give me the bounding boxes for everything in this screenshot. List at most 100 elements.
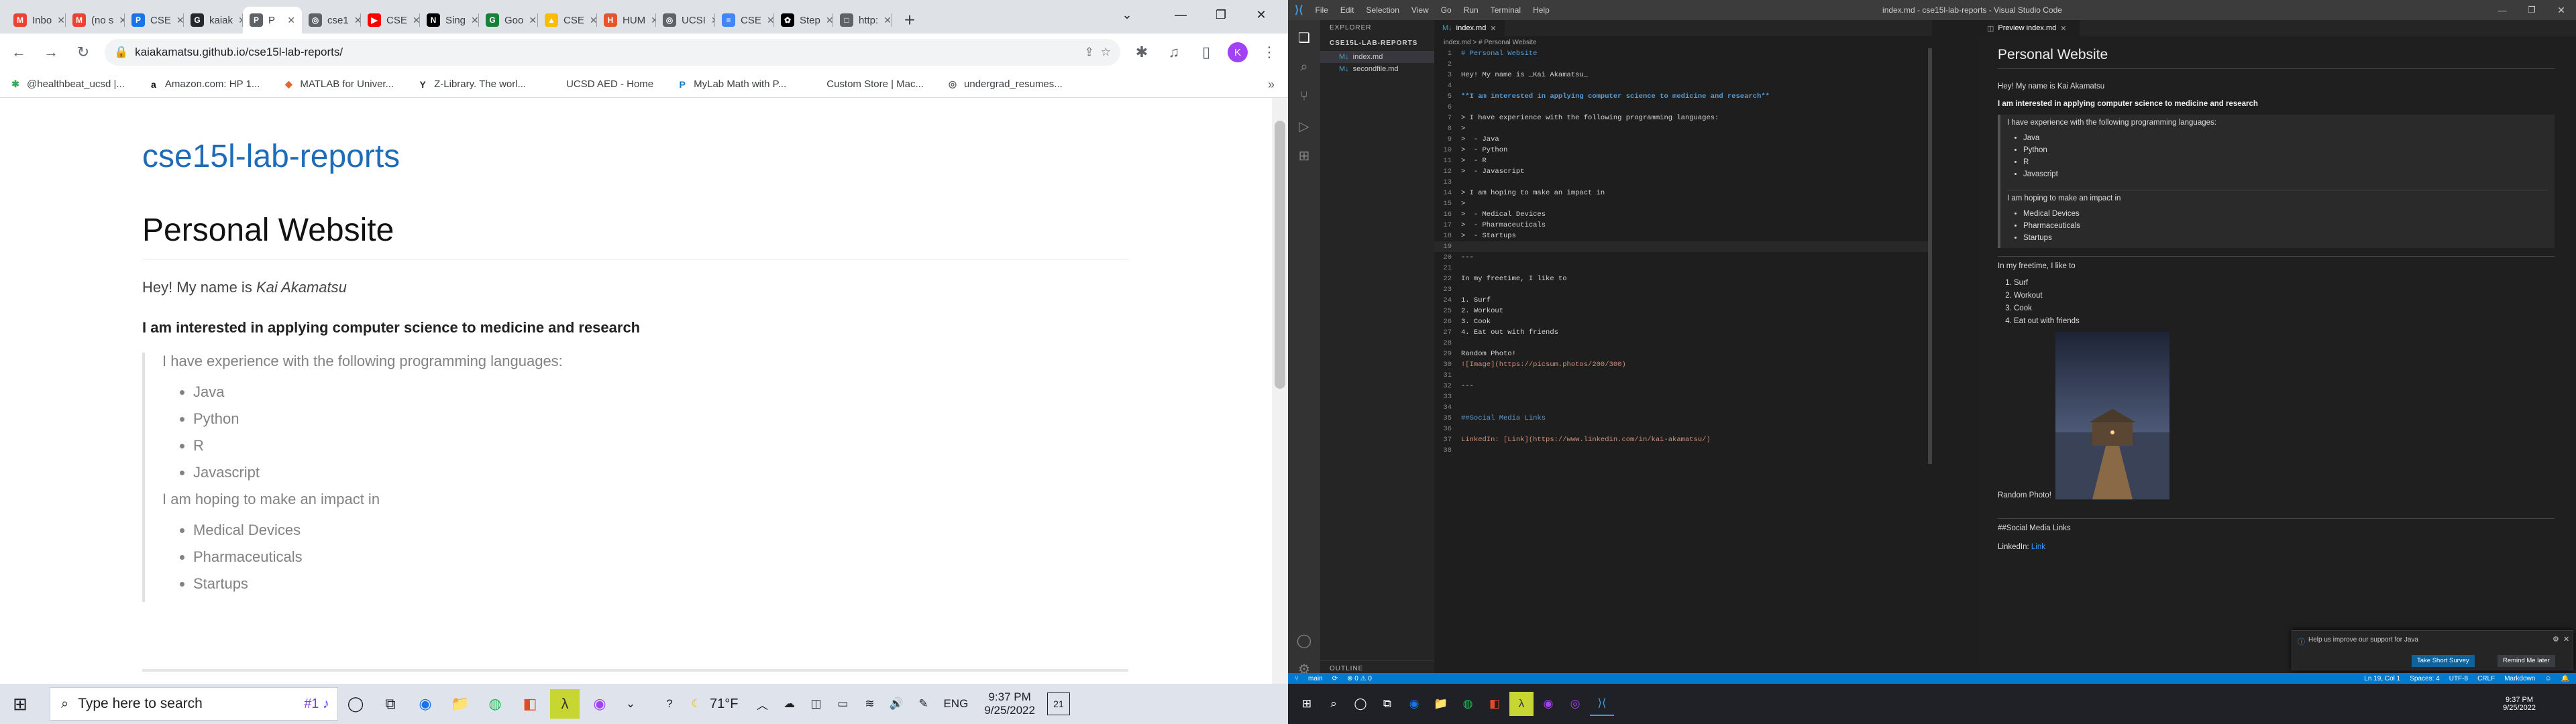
help-icon[interactable]: ? xyxy=(657,692,682,716)
taskbar-search[interactable]: ⌕ Type here to search #1 ♪ xyxy=(50,687,338,721)
site-title-link[interactable]: cse15l-lab-reports xyxy=(142,138,400,175)
code-line[interactable]: 26 3. Cook xyxy=(1434,316,1932,327)
code-line[interactable]: 3 Hey! My name is _Kai Akamatsu_ xyxy=(1434,70,1932,80)
share-icon[interactable]: ⇪ xyxy=(1085,46,1094,59)
cortana-icon[interactable]: ◯ xyxy=(1348,692,1373,716)
chrome-profile-icon[interactable]: ◉ xyxy=(585,689,614,719)
bookmark-item[interactable]: P MyLab Math with P... xyxy=(676,78,786,90)
tab-close-icon[interactable]: ✕ xyxy=(413,15,420,26)
office-icon[interactable]: ◧ xyxy=(1483,692,1507,716)
code-line[interactable]: 20 --- xyxy=(1434,252,1932,263)
code-line[interactable]: 30 ![Image](https://picsum.photos/200/300… xyxy=(1434,359,1932,370)
menu-item[interactable]: View xyxy=(1411,5,1429,15)
weather-temp[interactable]: 71°F xyxy=(710,697,738,712)
search-icon[interactable]: ⌕ xyxy=(1288,54,1320,80)
code-line[interactable]: 7 > I have experience with the following … xyxy=(1434,113,1932,123)
code-line[interactable]: 10 > - Python xyxy=(1434,145,1932,156)
code-line[interactable]: 33 xyxy=(1434,391,1932,402)
chrome-profile-icon[interactable]: ◉ xyxy=(1536,692,1560,716)
extensions-icon[interactable]: ✱ xyxy=(1131,42,1152,63)
lambda-icon[interactable]: λ xyxy=(1509,692,1534,716)
task-view-icon[interactable]: ⧉ xyxy=(1375,692,1399,716)
cortana-icon[interactable]: ◯ xyxy=(341,689,370,719)
file-item[interactable]: M↓ secondfile.md xyxy=(1320,63,1434,75)
forward-icon[interactable]: → xyxy=(40,42,62,63)
code-line[interactable]: 5 **I am interested in applying computer … xyxy=(1434,91,1932,102)
code-line[interactable]: 31 xyxy=(1434,370,1932,381)
menu-icon[interactable]: ⋮ xyxy=(1258,42,1280,63)
code-line[interactable]: 34 xyxy=(1434,402,1932,413)
code-line[interactable]: 35 ##Social Media Links xyxy=(1434,413,1932,424)
code-line[interactable]: 28 xyxy=(1434,338,1932,349)
app-icon[interactable]: ◎ xyxy=(1563,692,1587,716)
status-item[interactable]: Spaces: 4 xyxy=(2410,675,2439,682)
notification-center-icon[interactable]: 21 xyxy=(1046,692,1070,715)
bookmark-item[interactable]: ✱ @healthbeat_ucsd |... xyxy=(9,78,125,90)
source-control-icon[interactable]: ⑂ xyxy=(1288,83,1320,110)
code-line[interactable]: 6 xyxy=(1434,102,1932,113)
tab-close-icon[interactable]: ✕ xyxy=(767,15,774,26)
chrome-icon[interactable]: ◉ xyxy=(411,689,440,719)
tray-up-icon[interactable]: ︿ xyxy=(750,692,774,716)
minimize-icon[interactable]: — xyxy=(2490,0,2514,20)
tab-close-icon[interactable]: ✕ xyxy=(883,15,892,26)
code-line[interactable]: 24 1. Surf xyxy=(1434,295,1932,306)
browser-tab[interactable]: □ http: ✕ xyxy=(833,7,892,34)
close-icon[interactable]: ✕ xyxy=(2549,0,2573,20)
remind-later-button[interactable]: Remind Me later xyxy=(2498,655,2555,667)
close-icon[interactable]: ✕ xyxy=(1241,0,1281,29)
tab-close-icon[interactable]: ✕ xyxy=(2060,24,2066,33)
notifications-bell-icon[interactable]: 🔔 xyxy=(2561,675,2569,682)
code-line[interactable]: 29 Random Photo! xyxy=(1434,349,1932,359)
browser-tab[interactable]: H HUM ✕ xyxy=(597,7,656,34)
lambda-icon[interactable]: λ xyxy=(550,689,580,719)
extensions-icon[interactable]: ⊞ xyxy=(1288,142,1320,169)
code-line[interactable]: 23 xyxy=(1434,284,1932,295)
status-item[interactable]: Markdown xyxy=(2504,675,2535,682)
status-item[interactable]: UTF-8 xyxy=(2449,675,2468,682)
windows-start-icon[interactable]: ⊞ xyxy=(5,689,35,719)
code-line[interactable]: 1 # Personal Website xyxy=(1434,48,1932,59)
minimize-icon[interactable]: — xyxy=(1161,0,1201,29)
branch-name[interactable]: main xyxy=(1308,675,1323,682)
browser-tab[interactable]: P CSE ✕ xyxy=(125,7,184,34)
chevron-down-icon[interactable]: ⌄ xyxy=(619,692,643,716)
tab-index-md[interactable]: M↓ index.md ✕ xyxy=(1434,20,1505,36)
code-line[interactable]: 11 > - R xyxy=(1434,156,1932,166)
task-view-icon[interactable]: ⧉ xyxy=(376,689,405,719)
code-line[interactable]: 13 xyxy=(1434,177,1932,188)
code-line[interactable]: 9 > - Java xyxy=(1434,134,1932,145)
code-line[interactable]: 32 --- xyxy=(1434,381,1932,391)
tab-close-icon[interactable]: ✕ xyxy=(238,15,243,26)
restore-icon[interactable]: ❐ xyxy=(1201,0,1241,29)
feedback-icon[interactable]: ☺ xyxy=(2544,675,2551,682)
bookmark-item[interactable]: ◎ undergrad_resumes... xyxy=(947,78,1063,90)
back-icon[interactable]: ← xyxy=(8,42,30,63)
run-debug-icon[interactable]: ▷ xyxy=(1288,113,1320,139)
more-bookmarks-icon[interactable]: » xyxy=(1261,72,1281,97)
tab-close-icon[interactable]: ✕ xyxy=(354,15,361,26)
tab-close-icon[interactable]: ✕ xyxy=(176,15,184,26)
menu-item[interactable]: Run xyxy=(1464,5,1479,15)
wifi-icon[interactable]: ≋ xyxy=(857,692,881,716)
tray-icon[interactable]: ◫ xyxy=(804,692,828,716)
code-line[interactable]: 18 > - Startups xyxy=(1434,231,1932,241)
battery-icon[interactable]: ▭ xyxy=(830,692,855,716)
new-tab-icon[interactable]: + xyxy=(896,7,923,34)
tab-search-icon[interactable]: ⌄ xyxy=(1107,0,1147,29)
chrome-icon[interactable]: ◉ xyxy=(1402,692,1426,716)
vscode-taskbar-icon[interactable]: ⟩⟨ xyxy=(1590,692,1614,716)
media-icon[interactable]: ♫ xyxy=(1163,42,1185,63)
tab-close-icon[interactable]: ✕ xyxy=(287,15,295,26)
search-icon[interactable]: ⌕ xyxy=(1322,692,1346,716)
sync-icon[interactable]: ⟳ xyxy=(1332,675,1338,682)
file-explorer-icon[interactable]: 📁 xyxy=(445,689,475,719)
spotify-icon[interactable]: ◍ xyxy=(480,689,510,719)
menu-item[interactable]: Help xyxy=(1533,5,1550,15)
code-line[interactable]: 37 LinkedIn: [Link](https://www.linkedin.… xyxy=(1434,434,1932,445)
scrollbar-thumb[interactable] xyxy=(1275,121,1285,389)
tab-close-icon[interactable]: ✕ xyxy=(1490,24,1496,33)
menu-item[interactable]: Selection xyxy=(1366,5,1399,15)
breadcrumb[interactable]: index.md > # Personal Website xyxy=(1434,36,1932,48)
language-indicator[interactable]: ENG xyxy=(943,697,968,711)
